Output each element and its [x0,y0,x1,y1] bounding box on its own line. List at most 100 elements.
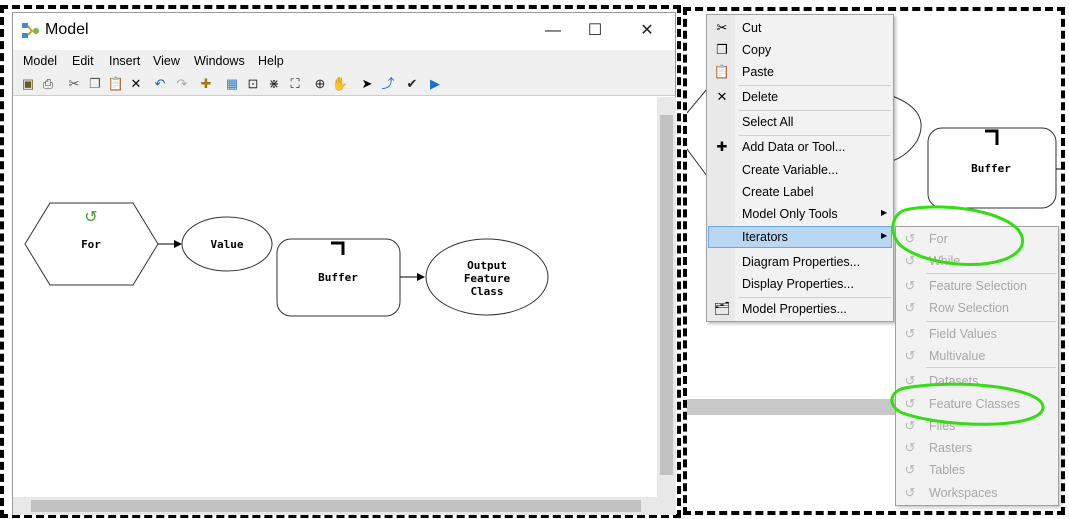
menu-windows[interactable]: Windows [194,54,245,68]
vertical-scrollbar[interactable] [657,97,676,497]
iterator-item-while[interactable]: ↺ While [896,251,1056,271]
delete-icon: ✕ [716,89,728,104]
menu-item-create-label[interactable]: Create Label [707,182,893,202]
add-data-icon: ✚ [716,139,728,154]
menu-item-create-variable[interactable]: Create Variable... [707,160,893,180]
menu-item-diagram-properties[interactable]: Diagram Properties... [707,252,893,272]
cut-icon[interactable]: ✂ [65,75,83,93]
copy-icon[interactable]: ❐ [86,75,104,93]
model-properties-icon: 🗂 [713,301,731,316]
iterator-item-feature-selection[interactable]: ↺ Feature Selection [896,276,1056,296]
iterator-item-feature-classes[interactable]: ↺ Feature Classes [896,394,1056,414]
submenu-arrow-icon: ▶ [881,231,888,240]
menu-item-delete[interactable]: ✕ Delete [707,87,893,107]
menu-item-paste[interactable]: 📋 Paste [707,62,893,82]
iterator-item-files[interactable]: ↺ Files [896,416,1056,436]
delete-icon[interactable]: ✕ [127,75,145,93]
menu-item-copy[interactable]: ❐ Copy [707,40,893,60]
buffer-label: Buffer [971,162,1011,175]
print-icon[interactable]: ⎙ [39,75,57,93]
menu-edit[interactable]: Edit [72,54,94,68]
save-icon[interactable]: ▣ [19,75,37,93]
model-app-icon [22,23,39,38]
fixed-zoom-out-icon[interactable]: ⛶ [286,75,304,93]
minimize-button[interactable]: — [533,17,573,45]
full-extent-icon[interactable]: ⊡ [244,75,262,93]
menu-item-iterators[interactable]: Iterators ▶ [707,227,893,247]
zoom-in-icon[interactable]: ⊕ [311,75,329,93]
for-label: For [81,238,101,251]
iterator-item-label: Row Selection [929,301,1009,315]
menu-separator [926,367,1056,368]
iterator-item-label: While [929,254,961,268]
menu-item-label: Model Only Tools [742,207,838,221]
copy-icon: ❐ [716,42,728,57]
iterator-item-workspaces[interactable]: ↺ Workspaces [896,483,1056,503]
iterator-icon: ↺ [904,231,916,246]
menu-item-cut[interactable]: ✂ Cut [707,18,893,38]
iterator-icon: ↺ [904,326,916,341]
select-icon[interactable]: ➤ [358,75,376,93]
fixed-zoom-in-icon[interactable]: ⋇ [265,75,283,93]
menu-item-label: Create Variable... [742,163,839,177]
model-diagram: For ↺ Value Buffer Output Feature Class [24,202,549,317]
redo-icon[interactable]: ↷ [173,75,191,93]
menu-item-select-all[interactable]: Select All [707,112,893,132]
iterator-item-field-values[interactable]: ↺ Field Values [896,324,1056,344]
iterator-item-multivalue[interactable]: ↺ Multivalue [896,346,1056,366]
menu-item-model-properties[interactable]: 🗂 Model Properties... [707,299,893,319]
iterator-icon: ↺ [904,396,916,411]
title-bar: Model — ☐ ✕ [13,13,675,49]
run-icon[interactable]: ▶ [426,75,444,93]
auto-layout-icon[interactable]: ▦ [223,75,241,93]
horizontal-scrollbar[interactable] [13,497,676,515]
validate-icon[interactable]: ✔ [403,75,421,93]
menu-item-label: Copy [742,43,772,57]
menu-item-model-only-tools[interactable]: Model Only Tools ▶ [707,204,893,224]
value-label: Value [210,238,243,251]
iterator-icon: ↺ [904,253,916,268]
menu-item-label: Paste [742,65,774,79]
iterator-item-rasters[interactable]: ↺ Rasters [896,438,1056,458]
maximize-button[interactable]: ☐ [575,17,615,45]
iterator-item-label: Datasets [929,374,979,388]
add-data-icon[interactable]: ✚ [197,75,215,93]
menu-model[interactable]: Model [23,54,57,68]
menu-help[interactable]: Help [258,54,284,68]
menu-separator [739,85,891,86]
close-button[interactable]: ✕ [627,17,667,45]
output-label-line: Class [470,285,503,298]
iterator-item-label: Multivalue [929,349,986,363]
undo-icon[interactable]: ↶ [151,75,169,93]
connect-icon[interactable]: ⤴ [379,75,397,93]
iterator-item-tables[interactable]: ↺ Tables [896,460,1056,480]
menu-item-label: Iterators [742,230,788,244]
paste-icon[interactable]: 📋 [107,75,125,93]
toolbar: ▣ ⎙ ✂ ❐ 📋 ✕ ↶ ↷ ✚ ▦ ⊡ ⋇ ⛶ ⊕ ✋ ➤ ⤴ ✔ ▶ [13,72,675,96]
menu-item-add-data-or-tool[interactable]: ✚ Add Data or Tool... [707,137,893,157]
menu-separator [739,297,891,298]
menu-separator [926,273,1056,274]
pan-icon[interactable]: ✋ [331,75,349,93]
model-canvas[interactable]: For ↺ Value Buffer Output Feature Class [13,97,657,497]
menu-separator [926,321,1056,322]
iterator-icon: ↺ [904,440,916,455]
iterator-item-datasets[interactable]: ↺ Datasets [896,371,1056,391]
iterator-item-label: Files [929,419,956,433]
iterator-item-for[interactable]: ↺ For [896,229,1056,249]
menu-separator [739,135,891,136]
iterator-icon: ↺ [904,373,916,388]
iterator-item-row-selection[interactable]: ↺ Row Selection [896,298,1056,318]
iterator-item-label: Tables [929,463,966,477]
menu-bar: Model Edit Insert View Windows Help [13,50,675,72]
menu-item-display-properties[interactable]: Display Properties... [707,274,893,294]
iterator-icon: ↺ [904,418,916,433]
buffer-label: Buffer [318,271,358,284]
menu-item-label: Cut [742,21,762,35]
menu-view[interactable]: View [153,54,180,68]
menu-insert[interactable]: Insert [109,54,140,68]
window-title: Model [45,21,89,38]
menu-item-label: Model Properties... [742,302,847,316]
context-menu: ✂ Cut ❐ Copy 📋 Paste ✕ Delete Select All ✚ Add Dat… [706,14,894,322]
iterator-icon: ↺ [904,462,916,477]
